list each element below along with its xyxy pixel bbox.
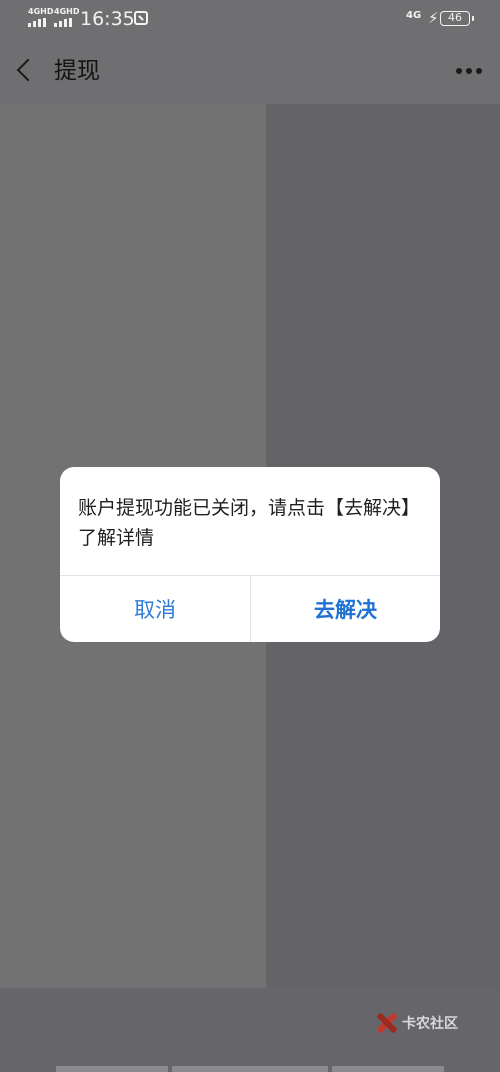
signal-bars-icon bbox=[54, 18, 76, 27]
more-dots-icon[interactable] bbox=[456, 68, 482, 76]
bottom-tab-2 bbox=[172, 1066, 328, 1072]
dialog-message: 账户提现功能已关闭，请点击【去解决】了解详情 bbox=[78, 497, 421, 549]
signal-bars-icon bbox=[28, 18, 50, 27]
network-type: 4G bbox=[406, 10, 422, 21]
navigation-bar: 提现 bbox=[0, 38, 500, 104]
page-title: 提现 bbox=[54, 58, 100, 84]
sim2-label: 4GHD bbox=[54, 7, 80, 16]
alert-dialog: 账户提现功能已关闭，请点击【去解决】了解详情 取消 去解决 bbox=[60, 467, 440, 642]
charging-bolt-icon: ⚡ bbox=[428, 9, 439, 27]
bottom-tab-3 bbox=[332, 1066, 444, 1072]
screen: 4GHD 4GHD 16:35 4G ⚡ 46 提现 卡农社区 账户提现功能已关… bbox=[0, 0, 500, 1072]
battery-icon: 46 bbox=[440, 11, 474, 26]
status-bar: 4GHD 4GHD 16:35 4G ⚡ 46 bbox=[0, 0, 500, 38]
sim1-signal: 4GHD bbox=[28, 8, 53, 27]
resolve-button[interactable]: 去解决 bbox=[251, 576, 440, 642]
kanong-logo-icon bbox=[374, 1011, 398, 1035]
sim1-label: 4GHD bbox=[28, 7, 54, 16]
status-time: 16:35 bbox=[80, 8, 135, 30]
bottom-tab-1 bbox=[56, 1066, 168, 1072]
chevron-left-icon[interactable] bbox=[16, 58, 40, 82]
watermark: 卡农社区 bbox=[374, 1008, 458, 1038]
nfc-icon bbox=[134, 11, 148, 25]
battery-level: 46 bbox=[448, 11, 462, 24]
watermark-text: 卡农社区 bbox=[402, 1016, 458, 1032]
sim2-signal: 4GHD bbox=[54, 8, 79, 27]
cancel-button[interactable]: 取消 bbox=[60, 576, 250, 642]
